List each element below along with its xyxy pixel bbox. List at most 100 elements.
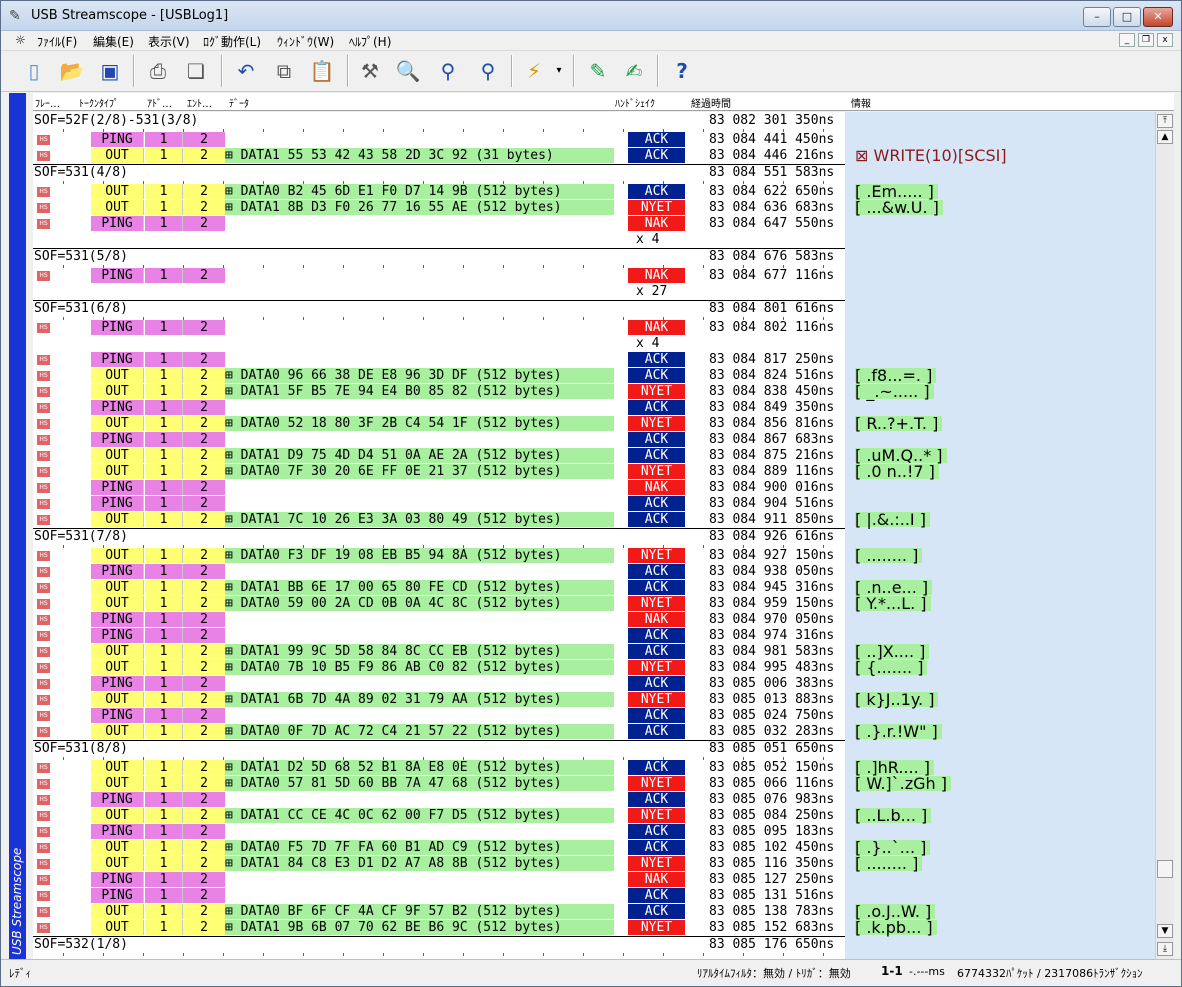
new-log-icon[interactable]: ▯ (19, 56, 49, 86)
sof-row[interactable]: SOF=531(6/8) 83 084 801 616ns (33, 301, 845, 317)
copy-icon[interactable]: ⧉ (269, 56, 299, 86)
packet-row[interactable]: HS PING 1 2 NAK 83 084 900 016ns (33, 480, 845, 496)
packet-row[interactable]: HS PING 1 2 ACK 83 084 441 450ns (33, 132, 845, 148)
filter-settings-icon[interactable]: ⚒ (355, 56, 385, 86)
menu-window[interactable]: ｳｨﾝﾄﾞｳ(W) (277, 33, 334, 50)
save-icon[interactable]: ▣ (95, 56, 125, 86)
close-button[interactable]: ✕ (1143, 7, 1173, 27)
data-payload[interactable]: ⊞ DATA1 BB 6E 17 00 65 80 FE CD (512 byt… (225, 580, 614, 595)
scroll-up-icon[interactable]: ▲ (1157, 130, 1173, 144)
data-payload[interactable]: ⊞ DATA1 6B 7D 4A 89 02 31 79 AA (512 byt… (225, 692, 614, 707)
packet-row[interactable]: HS OUT 1 2 ⊞ DATA0 B2 45 6D E1 F0 D7 14 9B (… (33, 184, 845, 200)
data-payload[interactable]: ⊞ DATA1 9B 6B 07 70 62 BE B6 9C (512 byt… (225, 920, 614, 935)
document-menu-icon[interactable]: ☼ (15, 33, 26, 47)
help-icon[interactable]: ? (667, 56, 697, 86)
packet-row[interactable]: HS PING 1 2 NAK 83 085 127 250ns (33, 872, 845, 888)
sof-row[interactable]: SOF=532(1/8) 83 085 176 650ns (33, 937, 845, 953)
data-payload[interactable]: ⊞ DATA0 96 66 38 DE E8 96 3D DF (512 byt… (225, 368, 614, 383)
packet-row[interactable]: HS OUT 1 2 ⊞ DATA1 7C 10 26 E3 3A 03 80 49 (… (33, 512, 845, 528)
data-payload[interactable]: ⊞ DATA0 7B 10 B5 F9 86 AB C0 82 (512 byt… (225, 660, 614, 675)
col-endpoint[interactable]: ｴﾝﾄ… (187, 95, 212, 110)
data-payload[interactable]: ⊞ DATA1 5F B5 7E 94 E4 B0 85 82 (512 byt… (225, 384, 614, 399)
packet-row[interactable]: HS OUT 1 2 ⊞ DATA0 0F 7D AC 72 C4 21 57 22 (… (33, 724, 845, 740)
menu-edit[interactable]: 編集(E) (93, 33, 134, 50)
packet-row[interactable]: HS PING 1 2 ACK 83 084 974 316ns (33, 628, 845, 644)
scroll-bottom-icon[interactable]: ⤓ (1157, 942, 1173, 956)
packet-row[interactable]: HS OUT 1 2 ⊞ DATA0 F3 DF 19 08 EB B5 94 8A (… (33, 548, 845, 564)
data-payload[interactable]: ⊞ DATA0 59 00 2A CD 0B 0A 4C 8C (512 byt… (225, 596, 614, 611)
maximize-button[interactable]: □ (1113, 7, 1141, 27)
undo-icon[interactable]: ↶ (231, 56, 261, 86)
packet-row[interactable]: HS PING 1 2 NAK 83 084 802 116ns (33, 320, 845, 336)
col-handshake[interactable]: ﾊﾝﾄﾞｼｪｲｸ (615, 95, 655, 110)
data-payload[interactable]: ⊞ DATA0 7F 30 20 6E FF 0E 21 37 (512 byt… (225, 464, 614, 479)
data-payload[interactable]: ⊞ DATA1 8B D3 F0 26 77 16 55 AE (512 byt… (225, 200, 614, 215)
sof-row[interactable]: SOF=531(8/8) 83 085 051 650ns (33, 741, 845, 757)
packet-row[interactable]: HS OUT 1 2 ⊞ DATA1 99 9C 5D 58 84 8C CC EB (… (33, 644, 845, 660)
data-payload[interactable]: ⊞ DATA1 55 53 42 43 58 2D 3C 92 (31 byte… (225, 148, 614, 163)
packet-row[interactable]: HS PING 1 2 ACK 83 085 024 750ns (33, 708, 845, 724)
data-payload[interactable]: ⊞ DATA0 52 18 80 3F 2B C4 54 1F (512 byt… (225, 416, 614, 431)
trigger-icon[interactable]: ⚡ (519, 56, 549, 86)
packet-row[interactable]: HS OUT 1 2 ⊞ DATA0 BF 6F CF 4A CF 9F 57 B2 (… (33, 904, 845, 920)
packet-row[interactable]: HS OUT 1 2 ⊞ DATA0 7F 30 20 6E FF 0E 21 37 (… (33, 464, 845, 480)
print-icon[interactable]: ⎙ (143, 56, 173, 86)
scroll-thumb[interactable] (1157, 860, 1173, 878)
col-elapsed-time[interactable]: 経過時間 (691, 95, 731, 110)
packet-row[interactable]: HS OUT 1 2 ⊞ DATA1 55 53 42 43 58 2D 3C 92 (… (33, 148, 845, 164)
packet-row[interactable]: HS PING 1 2 ACK 83 084 867 683ns (33, 432, 845, 448)
data-payload[interactable]: ⊞ DATA0 57 81 5D 60 BB 7A 47 68 (512 byt… (225, 776, 614, 791)
packet-row[interactable]: HS OUT 1 2 ⊞ DATA0 7B 10 B5 F9 86 AB C0 82 (… (33, 660, 845, 676)
vertical-scrollbar[interactable]: ⤒ ▲ ▼ ⤓ (1155, 112, 1174, 959)
packet-list[interactable]: SOF=52F(2/8)-531(3/8) 83 082 301 350ns HS P… (33, 112, 845, 959)
mdi-restore-button[interactable]: ❐ (1138, 33, 1154, 47)
packet-row[interactable]: HS PING 1 2 ACK 83 084 817 250ns (33, 352, 845, 368)
mdi-minimize-button[interactable]: _ (1119, 33, 1135, 47)
packet-row[interactable]: HS OUT 1 2 ⊞ DATA1 6B 7D 4A 89 02 31 79 AA (… (33, 692, 845, 708)
packet-row[interactable]: HS OUT 1 2 ⊞ DATA1 D2 5D 68 52 B1 8A E8 0E (… (33, 760, 845, 776)
packet-row[interactable]: HS PING 1 2 ACK 83 085 131 516ns (33, 888, 845, 904)
data-payload[interactable]: ⊞ DATA1 84 C8 E3 D1 D2 A7 A8 8B (512 byt… (225, 856, 614, 871)
packet-row[interactable]: HS PING 1 2 ACK 83 085 095 183ns (33, 824, 845, 840)
sof-row[interactable]: SOF=52F(2/8)-531(3/8) 83 082 301 350ns (33, 113, 845, 129)
data-payload[interactable]: ⊞ DATA0 F5 7D 7F FA 60 B1 AD C9 (512 byt… (225, 840, 614, 855)
paste-icon[interactable]: 📋 (307, 56, 337, 86)
col-frame[interactable]: ﾌﾚｰ… (35, 95, 60, 110)
trigger-dropdown-icon[interactable]: ▾ (551, 56, 567, 86)
sof-row[interactable]: SOF=531(4/8) 83 084 551 583ns (33, 165, 845, 181)
menu-view[interactable]: 表示(V) (148, 33, 190, 50)
packet-row[interactable]: HS PING 1 2 ACK 83 084 904 516ns (33, 496, 845, 512)
data-payload[interactable]: ⊞ DATA1 D2 5D 68 52 B1 8A E8 0E (512 byt… (225, 760, 614, 775)
packet-row[interactable]: HS OUT 1 2 ⊞ DATA0 F5 7D 7F FA 60 B1 AD C9 (… (33, 840, 845, 856)
menu-file[interactable]: ﾌｧｲﾙ(F) (37, 33, 77, 50)
packet-row[interactable]: HS OUT 1 2 ⊞ DATA1 D9 75 4D D4 51 0A AE 2A (… (33, 448, 845, 464)
data-payload[interactable]: ⊞ DATA1 99 9C 5D 58 84 8C CC EB (512 byt… (225, 644, 614, 659)
minimize-button[interactable]: – (1083, 7, 1111, 27)
scroll-down-icon[interactable]: ▼ (1157, 924, 1173, 938)
packet-row[interactable]: HS OUT 1 2 ⊞ DATA1 84 C8 E3 D1 D2 A7 A8 8B (… (33, 856, 845, 872)
menu-help[interactable]: ﾍﾙﾌﾟ(H) (349, 33, 391, 50)
sof-row[interactable]: SOF=531(7/8) 83 084 926 616ns (33, 529, 845, 545)
record-stop-icon[interactable]: ✍ (619, 56, 649, 86)
sof-row[interactable]: SOF=531(5/8) 83 084 676 583ns (33, 249, 845, 265)
packet-row[interactable]: HS OUT 1 2 ⊞ DATA0 52 18 80 3F 2B C4 54 1F (… (33, 416, 845, 432)
packet-row[interactable]: HS PING 1 2 ACK 83 085 006 383ns (33, 676, 845, 692)
data-payload[interactable]: ⊞ DATA0 F3 DF 19 08 EB B5 94 8A (512 byt… (225, 548, 614, 563)
data-payload[interactable]: ⊞ DATA1 CC CE 4C 0C 62 00 F7 D5 (512 byt… (225, 808, 614, 823)
packet-row[interactable]: HS OUT 1 2 ⊞ DATA0 57 81 5D 60 BB 7A 47 68 (… (33, 776, 845, 792)
packet-row[interactable]: HS PING 1 2 ACK 83 085 076 983ns (33, 792, 845, 808)
packet-row[interactable]: HS PING 1 2 NAK 83 084 647 550ns (33, 216, 845, 232)
data-payload[interactable]: ⊞ DATA0 B2 45 6D E1 F0 D7 14 9B (512 byt… (225, 184, 614, 199)
record-start-icon[interactable]: ✎ (583, 56, 613, 86)
packet-row[interactable]: HS OUT 1 2 ⊞ DATA0 59 00 2A CD 0B 0A 4C 8C (… (33, 596, 845, 612)
packet-row[interactable]: HS OUT 1 2 ⊞ DATA0 96 66 38 DE E8 96 3D DF (… (33, 368, 845, 384)
packet-row[interactable]: HS PING 1 2 NAK 83 084 677 116ns (33, 268, 845, 284)
data-payload[interactable]: ⊞ DATA1 D9 75 4D D4 51 0A AE 2A (512 byt… (225, 448, 614, 463)
open-folder-icon[interactable]: 📂 (57, 56, 87, 86)
print-preview-icon[interactable]: ❏ (181, 56, 211, 86)
mdi-close-button[interactable]: x (1157, 33, 1173, 47)
packet-row[interactable]: HS PING 1 2 NAK 83 084 970 050ns (33, 612, 845, 628)
packet-row[interactable]: HS OUT 1 2 ⊞ DATA1 CC CE 4C 0C 62 00 F7 D5 (… (33, 808, 845, 824)
packet-row[interactable]: HS OUT 1 2 ⊞ DATA1 9B 6B 07 70 62 BE B6 9C (… (33, 920, 845, 936)
col-token-type[interactable]: ﾄｰｸﾝﾀｲﾌﾟ (79, 95, 119, 110)
